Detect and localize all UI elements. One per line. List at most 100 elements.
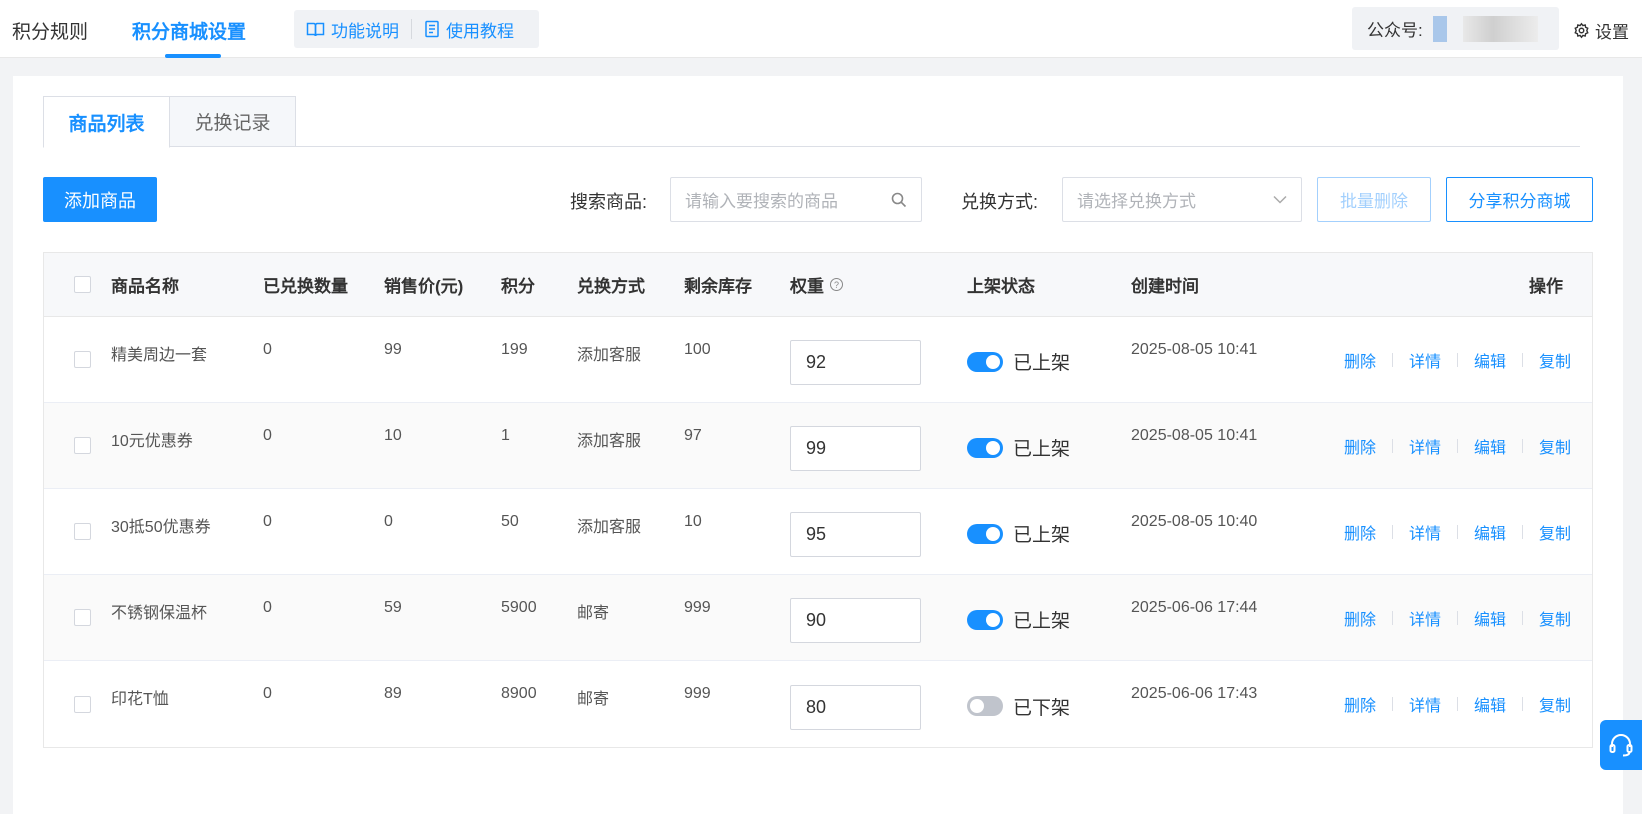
weight-input[interactable]: 92 bbox=[790, 340, 921, 385]
cell-created: 2025-08-05 10:40 bbox=[1131, 513, 1258, 530]
action-divider bbox=[1392, 352, 1394, 367]
tab-exchange-records[interactable]: 兑换记录 bbox=[169, 96, 296, 147]
listing-status-toggle[interactable] bbox=[967, 437, 1003, 458]
question-icon[interactable]: ? bbox=[830, 278, 843, 291]
cell-name: 10元优惠券 bbox=[111, 433, 193, 450]
action-divider bbox=[1522, 438, 1524, 453]
copy-link[interactable]: 复制 bbox=[1539, 348, 1571, 372]
edit-link[interactable]: 编辑 bbox=[1474, 520, 1506, 544]
add-product-button[interactable]: 添加商品 bbox=[43, 177, 157, 222]
cell-method: 邮寄 bbox=[577, 691, 610, 708]
tab-points-mall-settings[interactable]: 积分商城设置 bbox=[132, 17, 246, 44]
weight-input[interactable]: 80 bbox=[790, 684, 921, 730]
action-divider bbox=[1392, 438, 1394, 453]
action-divider bbox=[1392, 610, 1394, 625]
listing-status-toggle[interactable] bbox=[967, 696, 1003, 716]
cell-stock: 999 bbox=[684, 599, 711, 616]
weight-input[interactable]: 90 bbox=[790, 598, 921, 643]
listing-status-toggle[interactable] bbox=[967, 351, 1003, 372]
detail-link[interactable]: 详情 bbox=[1409, 692, 1441, 716]
settings-label: 设置 bbox=[1595, 23, 1629, 42]
weight-input[interactable]: 99 bbox=[790, 426, 921, 471]
delete-link[interactable]: 删除 bbox=[1344, 520, 1376, 544]
header-name: 商品名称 bbox=[111, 277, 179, 296]
cell-method: 添加客服 bbox=[577, 347, 642, 364]
cell-method: 添加客服 bbox=[577, 519, 642, 536]
share-points-mall-button[interactable]: 分享积分商城 bbox=[1446, 177, 1593, 222]
settings-button[interactable]: 设置 bbox=[1573, 18, 1629, 43]
cell-name: 30抵50优惠券 bbox=[111, 519, 211, 536]
action-divider bbox=[1457, 438, 1459, 453]
product-table: 商品名称 已兑换数量 销售价(元) 积分 兑换方式 剩余库存 权重 ? 上架状态… bbox=[43, 252, 1593, 748]
cell-stock: 97 bbox=[684, 427, 702, 444]
cell-stock: 999 bbox=[684, 685, 711, 702]
copy-link[interactable]: 复制 bbox=[1539, 520, 1571, 544]
copy-link[interactable]: 复制 bbox=[1539, 692, 1571, 716]
header-weight: 权重 ? bbox=[790, 253, 843, 316]
action-divider bbox=[1522, 524, 1524, 539]
exchange-method-select[interactable]: 请选择兑换方式 bbox=[1062, 177, 1302, 222]
row-checkbox[interactable] bbox=[74, 695, 91, 713]
batch-delete-button[interactable]: 批量删除 bbox=[1317, 177, 1431, 222]
row-checkbox[interactable] bbox=[74, 609, 91, 626]
edit-link[interactable]: 编辑 bbox=[1474, 692, 1506, 716]
cell-price: 0 bbox=[384, 513, 393, 530]
edit-link[interactable]: 编辑 bbox=[1474, 606, 1506, 630]
delete-link[interactable]: 删除 bbox=[1344, 348, 1376, 372]
row-checkbox[interactable] bbox=[74, 437, 91, 454]
header-price: 销售价(元) bbox=[384, 277, 464, 296]
feature-description-link[interactable]: 功能说明 bbox=[294, 17, 411, 42]
cell-points: 199 bbox=[501, 341, 528, 358]
cell-created: 2025-08-05 10:41 bbox=[1131, 341, 1258, 358]
action-divider bbox=[1522, 610, 1524, 625]
header-status: 上架状态 bbox=[967, 277, 1035, 296]
weight-input[interactable]: 95 bbox=[790, 512, 921, 557]
cell-points: 50 bbox=[501, 513, 519, 530]
cell-price: 99 bbox=[384, 341, 402, 358]
detail-link[interactable]: 详情 bbox=[1409, 434, 1441, 458]
cell-points: 8900 bbox=[501, 685, 537, 702]
copy-link[interactable]: 复制 bbox=[1539, 606, 1571, 630]
account-name-redacted bbox=[1432, 15, 1538, 42]
cell-exchanged: 0 bbox=[263, 341, 272, 358]
tab-points-rules[interactable]: 积分规则 bbox=[12, 17, 88, 44]
row-checkbox[interactable] bbox=[74, 523, 91, 540]
copy-link[interactable]: 复制 bbox=[1539, 434, 1571, 458]
tutorial-link[interactable]: 使用教程 bbox=[412, 17, 526, 42]
top-bar: 积分规则 积分商城设置 功能说明 使用教程 公众号: 设置 bbox=[0, 0, 1642, 58]
cell-created: 2025-06-06 17:44 bbox=[1131, 599, 1258, 616]
header-actions: 操作 bbox=[1529, 277, 1563, 296]
search-icon bbox=[891, 192, 907, 207]
table-body: 精美周边一套 0 99 199 添加客服 100 92 已上架 2025-08-05 10:… bbox=[44, 317, 1592, 747]
edit-link[interactable]: 编辑 bbox=[1474, 434, 1506, 458]
row-checkbox[interactable] bbox=[74, 351, 91, 368]
cell-exchanged: 0 bbox=[263, 599, 272, 616]
row-actions: 删除 详情 编辑 复制 bbox=[1344, 520, 1571, 544]
delete-link[interactable]: 删除 bbox=[1344, 434, 1376, 458]
action-divider bbox=[1522, 697, 1524, 711]
active-tab-indicator bbox=[165, 54, 221, 58]
cell-name: 精美周边一套 bbox=[111, 347, 208, 364]
delete-link[interactable]: 删除 bbox=[1344, 692, 1376, 716]
listing-status-toggle[interactable] bbox=[967, 523, 1003, 544]
gear-icon bbox=[1574, 22, 1589, 39]
edit-link[interactable]: 编辑 bbox=[1474, 348, 1506, 372]
cell-price: 89 bbox=[384, 685, 402, 702]
cell-points: 5900 bbox=[501, 599, 537, 616]
tab-product-list[interactable]: 商品列表 bbox=[43, 96, 170, 148]
header-points: 积分 bbox=[501, 277, 535, 296]
account-box[interactable]: 公众号: bbox=[1352, 7, 1559, 50]
listing-status-toggle[interactable] bbox=[967, 609, 1003, 630]
detail-link[interactable]: 详情 bbox=[1409, 348, 1441, 372]
sub-tab-bar: 商品列表 兑换记录 bbox=[43, 96, 1580, 148]
detail-link[interactable]: 详情 bbox=[1409, 606, 1441, 630]
row-actions: 删除 详情 编辑 复制 bbox=[1344, 692, 1571, 716]
cell-created: 2025-08-05 10:41 bbox=[1131, 427, 1258, 444]
select-all-checkbox[interactable] bbox=[74, 276, 91, 293]
search-input[interactable]: 请输入要搜索的商品 bbox=[670, 177, 922, 222]
headset-icon bbox=[1609, 734, 1633, 757]
detail-link[interactable]: 详情 bbox=[1409, 520, 1441, 544]
document-icon bbox=[425, 20, 439, 38]
customer-service-button[interactable] bbox=[1600, 720, 1642, 770]
delete-link[interactable]: 删除 bbox=[1344, 606, 1376, 630]
